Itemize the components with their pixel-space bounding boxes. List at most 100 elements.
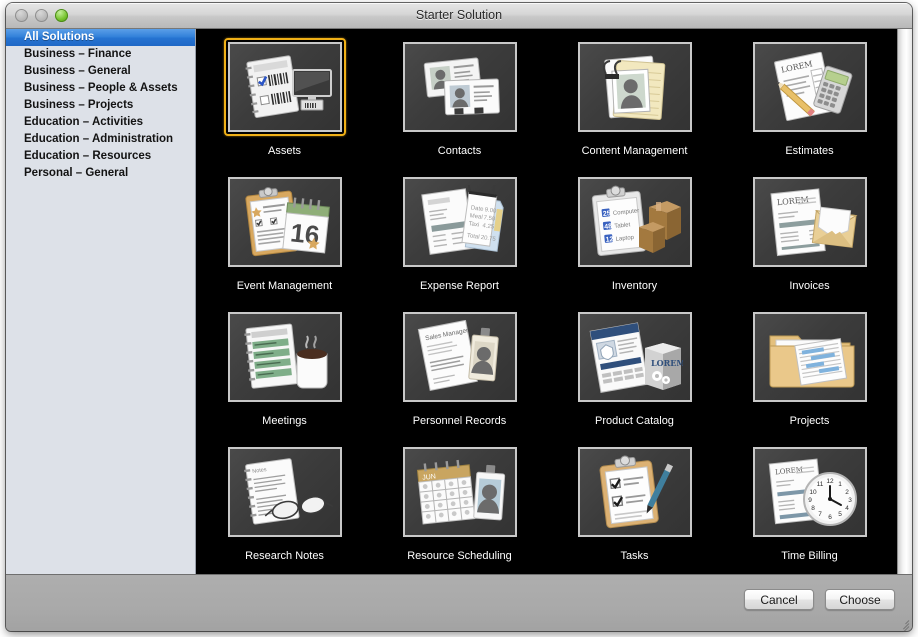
resource-scheduling-icon: JUN [402,447,517,537]
solution-thumbnail-frame: LOREM [749,38,871,136]
invoices-icon: LOREM [752,177,867,267]
projects-icon [752,312,867,402]
meetings-icon [227,312,342,402]
vertical-scrollbar[interactable] [897,29,912,574]
solution-tile-contacts[interactable]: Contacts [372,38,547,173]
cancel-button[interactable]: Cancel [744,589,814,610]
product-catalog-icon: LOREM [577,312,692,402]
expense-report-icon: Date 9.00 Meal 7.50 Taxi 4.25 Total 20.75 [402,177,517,267]
solution-tile-assets[interactable]: Assets [197,38,372,173]
sidebar-item-all-solutions[interactable]: All Solutions [6,29,195,46]
solution-tile-personnel-records[interactable]: Sales Manager Personnel Records [372,308,547,443]
starter-solution-window: Starter Solution All Solutions Business –… [6,3,912,631]
solution-thumbnail-art [755,314,865,400]
solution-thumbnail-frame: LOREM [749,173,871,271]
sidebar-item-label: Personal – General [24,167,129,179]
solution-tile-invoices[interactable]: LOREM Invoices [722,173,897,308]
solution-tile-label: Personnel Records [412,415,507,427]
sidebar-item-education-administration[interactable]: Education – Administration [6,131,195,148]
solution-thumbnail-frame: LOREM [574,308,696,406]
solution-tile-research-notes[interactable]: Notes Research Notes [197,443,372,574]
time-billing-icon: LOREM 12 1 2 345 678 9 10 11 [752,447,867,537]
solution-tile-estimates[interactable]: LOREM Estimates [722,38,897,173]
solution-thumbnail-art: Sales Manager [405,314,515,400]
content-management-icon [577,42,692,132]
svg-text:9: 9 [808,497,812,504]
solution-tile-inventory[interactable]: 25 Computer 48 Tablet 12 Laptop Inventor… [547,173,722,308]
solution-thumbnail-frame [223,38,346,136]
solution-tile-label: Estimates [785,145,834,157]
sidebar-item-education-activities[interactable]: Education – Activities [6,114,195,131]
solution-thumbnail-frame: Date 9.00 Meal 7.50 Taxi 4.25 Total 20.75 [399,173,521,271]
solution-tile-label: Meetings [262,415,307,427]
svg-text:12: 12 [605,236,614,244]
svg-text:5: 5 [838,511,842,518]
solution-thumbnail-frame: Notes [224,443,346,541]
sidebar-item-label: Business – Projects [24,99,134,111]
sidebar-item-education-resources[interactable]: Education – Resources [6,148,195,165]
sidebar-item-label: Education – Administration [24,133,174,145]
solution-tile-content-management[interactable]: Content Management [547,38,722,173]
solution-tile-label: Event Management [236,280,333,292]
solution-tile-time-billing[interactable]: LOREM 12 1 2 345 678 9 10 11 Time Billing [722,443,897,574]
solution-tile-tasks[interactable]: Tasks [547,443,722,574]
solution-tile-event-management[interactable]: 16 Event Management [197,173,372,308]
solution-thumbnail-art: Date 9.00 Meal 7.50 Taxi 4.25 Total 20.75 [405,179,515,265]
title-bar[interactable]: Starter Solution [6,3,912,29]
solution-thumbnail-frame: Sales Manager [399,308,521,406]
sidebar-item-business-people-assets[interactable]: Business – People & Assets [6,80,195,97]
sidebar-item-personal-general[interactable]: Personal – General [6,165,195,182]
solution-thumbnail-frame [749,308,871,406]
solution-thumbnail-frame: 16 [224,173,346,271]
svg-text:8: 8 [811,505,815,512]
solution-tile-label: Time Billing [781,550,838,562]
resize-grip[interactable] [896,616,910,631]
solution-tile-product-catalog[interactable]: LOREM Product Catalog [547,308,722,443]
solution-tile-label: Invoices [789,280,830,292]
window-body: All Solutions Business – Finance Business … [6,29,912,574]
research-notes-icon: Notes [227,447,342,537]
solution-thumbnail-art: LOREM [755,179,865,265]
solution-tile-expense-report[interactable]: Date 9.00 Meal 7.50 Taxi 4.25 Total 20.75 Ex… [372,173,547,308]
svg-text:12: 12 [826,478,834,485]
solution-thumbnail-frame [574,443,696,541]
solution-thumbnail-frame: JUN [399,443,521,541]
svg-text:25: 25 [602,210,611,218]
sidebar-item-label: Education – Resources [24,150,152,162]
svg-text:LOREM: LOREM [651,358,683,368]
solution-tile-label: Expense Report [420,280,499,292]
sidebar-item-label: Business – Finance [24,48,132,60]
solution-thumbnail-frame [399,38,521,136]
solution-thumbnail-art [230,44,340,130]
solution-tile-resource-scheduling[interactable]: JUN Resource Scheduling [372,443,547,574]
solution-tile-meetings[interactable]: Meetings [197,308,372,443]
sidebar-item-business-projects[interactable]: Business – Projects [6,97,195,114]
solution-thumbnail-frame: LOREM 12 1 2 345 678 9 10 11 [749,443,871,541]
titlebar-highlight [6,3,912,4]
solution-thumbnail-frame [224,308,346,406]
solution-tile-label: Product Catalog [595,415,674,427]
choose-button[interactable]: Choose [825,589,895,610]
solutions-category-sidebar[interactable]: All Solutions Business – Finance Business … [6,29,196,574]
sidebar-item-business-general[interactable]: Business – General [6,63,195,80]
solution-thumbnail-frame: 25 Computer 48 Tablet 12 Laptop [574,173,696,271]
sidebar-item-business-finance[interactable]: Business – Finance [6,46,195,63]
minimize-button[interactable] [35,9,48,22]
solution-tile-label: Tasks [620,550,649,562]
solutions-grid: Assets Contacts Content Management LOREM… [197,29,897,574]
svg-text:10: 10 [809,489,817,496]
close-button[interactable] [15,9,28,22]
estimates-icon: LOREM [752,42,867,132]
solution-thumbnail-art: Notes [230,449,340,535]
zoom-button[interactable] [55,9,68,22]
solution-thumbnail-art: LOREM [580,314,690,400]
solution-thumbnail-frame [574,38,696,136]
svg-text:48: 48 [603,223,612,231]
solution-thumbnail-art: 16 [230,179,340,265]
inventory-icon: 25 Computer 48 Tablet 12 Laptop [577,177,692,267]
svg-text:6: 6 [828,514,832,521]
svg-text:4: 4 [845,505,849,512]
sidebar-item-label: All Solutions [24,31,95,43]
solution-tile-label: Inventory [611,280,658,292]
solution-tile-projects[interactable]: Projects [722,308,897,443]
